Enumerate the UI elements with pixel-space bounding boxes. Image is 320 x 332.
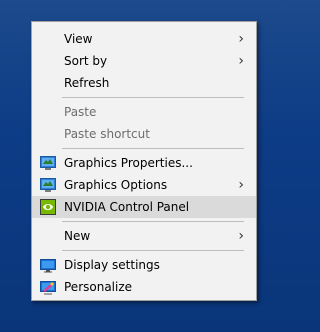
menu-item-paste[interactable]: Paste — [32, 101, 256, 123]
menu-item-personalize[interactable]: Personalize — [32, 276, 256, 298]
menu-item-label: View — [64, 32, 93, 46]
menu-item-label: Paste — [64, 105, 97, 119]
menu-item-label: Personalize — [64, 280, 133, 294]
menu-separator — [62, 148, 244, 149]
menu-item-refresh[interactable]: Refresh — [32, 72, 256, 94]
menu-item-label: Sort by — [64, 54, 108, 68]
menu-item-display-settings[interactable]: Display settings — [32, 254, 256, 276]
menu-item-paste-shortcut[interactable]: Paste shortcut — [32, 123, 256, 145]
monitor-icon — [40, 257, 56, 273]
menu-item-nvidia-control-panel[interactable]: NVIDIA Control Panel — [32, 196, 256, 218]
chevron-right-icon: › — [238, 177, 244, 193]
menu-separator — [62, 97, 244, 98]
intel-graphics-icon — [40, 177, 56, 193]
menu-separator — [62, 250, 244, 251]
menu-item-label: New — [64, 229, 91, 243]
menu-item-graphics-options[interactable]: Graphics Options › — [32, 174, 256, 196]
menu-item-label: Refresh — [64, 76, 110, 90]
chevron-right-icon: › — [238, 53, 244, 69]
menu-item-new[interactable]: New › — [32, 225, 256, 247]
personalize-icon — [40, 279, 56, 295]
nvidia-icon — [40, 199, 56, 215]
menu-item-label: Display settings — [64, 258, 160, 272]
menu-item-sort-by[interactable]: Sort by › — [32, 50, 256, 72]
desktop-context-menu: View › Sort by › Refresh Paste Paste sho… — [31, 21, 257, 301]
menu-separator — [62, 221, 244, 222]
menu-item-label: Graphics Properties... — [64, 156, 193, 170]
menu-item-label: Paste shortcut — [64, 127, 150, 141]
menu-item-label: NVIDIA Control Panel — [64, 200, 190, 214]
menu-item-view[interactable]: View › — [32, 28, 256, 50]
chevron-right-icon: › — [238, 228, 244, 244]
menu-item-graphics-properties[interactable]: Graphics Properties... — [32, 152, 256, 174]
intel-graphics-icon — [40, 155, 56, 171]
chevron-right-icon: › — [238, 31, 244, 47]
menu-item-label: Graphics Options — [64, 178, 168, 192]
